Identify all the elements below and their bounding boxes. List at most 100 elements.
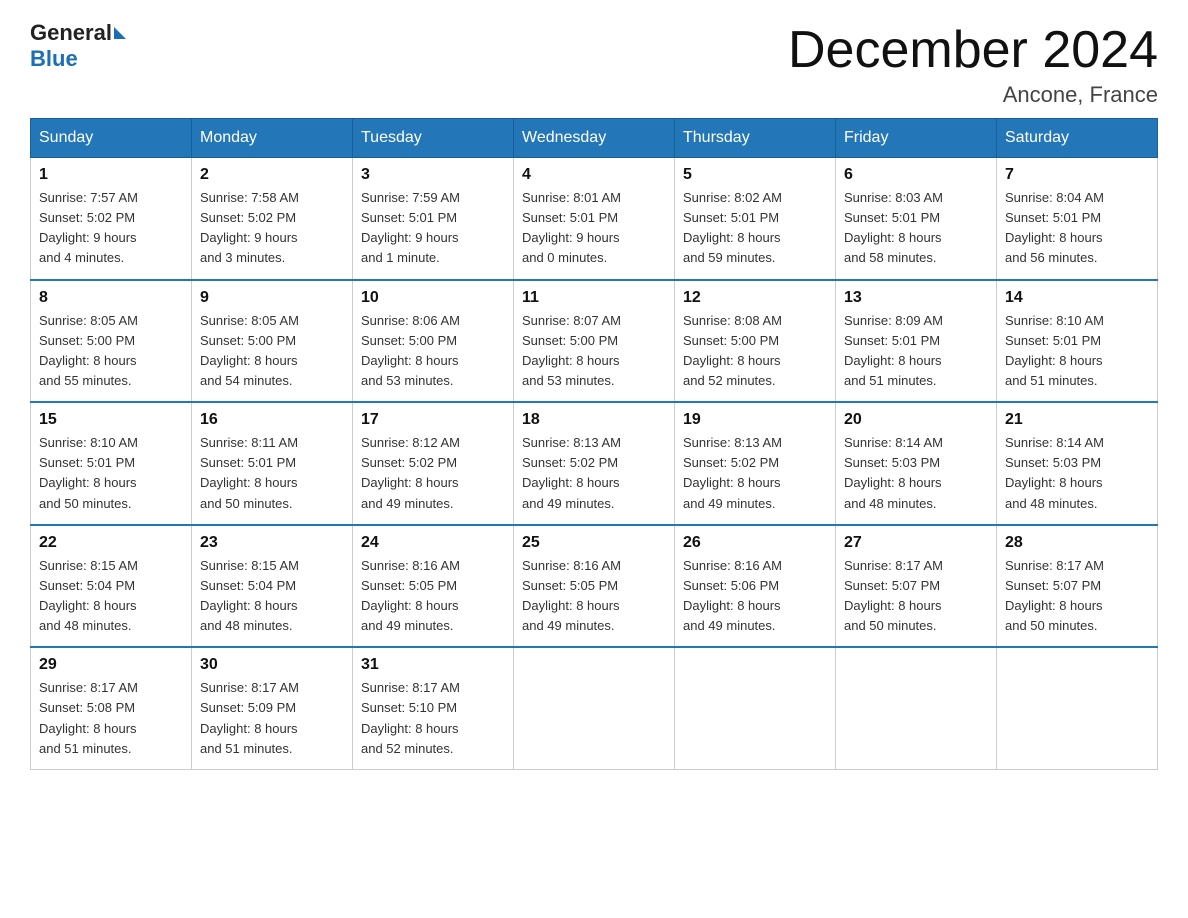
calendar-cell: 18Sunrise: 8:13 AM Sunset: 5:02 PM Dayli… <box>514 402 675 525</box>
calendar-cell: 17 Sunrise: 8:12 AM Sunset: 5:02 PM Dayli… <box>353 402 514 525</box>
header-sunday: Sunday <box>31 119 192 158</box>
day-number: 17 <box>361 411 505 429</box>
day-info: Sunrise: 8:17 AM Sunset: 5:07 PM Dayligh… <box>1005 556 1149 637</box>
calendar-week-row: 8 Sunrise: 8:05 AM Sunset: 5:00 PM Daylig… <box>31 280 1158 403</box>
day-info: Sunrise: 8:14 AM Sunset: 5:03 PM Dayligh… <box>1005 433 1149 514</box>
day-info: Sunrise: 8:17 AM Sunset: 5:08 PM Dayligh… <box>39 678 183 759</box>
calendar-week-row: 1 Sunrise: 7:57 AM Sunset: 5:02 PM Daylig… <box>31 158 1158 280</box>
day-number: 6 <box>844 166 988 184</box>
day-number: 26 <box>683 534 827 552</box>
day-number: 2 <box>200 166 344 184</box>
page-subtitle: Ancone, France <box>788 82 1158 108</box>
day-info: Sunrise: 8:01 AM Sunset: 5:01 PM Dayligh… <box>522 188 666 269</box>
day-number: 19 <box>683 411 827 429</box>
day-info: Sunrise: 8:17 AM Sunset: 5:10 PM Dayligh… <box>361 678 505 759</box>
calendar-cell: 20 Sunrise: 8:14 AM Sunset: 5:03 PM Dayli… <box>836 402 997 525</box>
calendar-cell: 31 Sunrise: 8:17 AM Sunset: 5:10 PM Dayli… <box>353 647 514 769</box>
day-info: Sunrise: 8:05 AM Sunset: 5:00 PM Dayligh… <box>200 311 344 392</box>
day-info: Sunrise: 8:15 AM Sunset: 5:04 PM Dayligh… <box>39 556 183 637</box>
day-number: 28 <box>1005 534 1149 552</box>
logo: General Blue <box>30 20 126 72</box>
calendar-cell: 1 Sunrise: 7:57 AM Sunset: 5:02 PM Daylig… <box>31 158 192 280</box>
calendar-cell: 10Sunrise: 8:06 AM Sunset: 5:00 PM Dayli… <box>353 280 514 403</box>
header-thursday: Thursday <box>675 119 836 158</box>
calendar-cell: 19 Sunrise: 8:13 AM Sunset: 5:02 PM Dayli… <box>675 402 836 525</box>
calendar-week-row: 29 Sunrise: 8:17 AM Sunset: 5:08 PM Dayli… <box>31 647 1158 769</box>
calendar-cell: 4 Sunrise: 8:01 AM Sunset: 5:01 PM Daylig… <box>514 158 675 280</box>
page-title: December 2024 <box>788 20 1158 80</box>
header-monday: Monday <box>192 119 353 158</box>
day-info: Sunrise: 8:14 AM Sunset: 5:03 PM Dayligh… <box>844 433 988 514</box>
page-header: General Blue December 2024 Ancone, Franc… <box>30 20 1158 108</box>
calendar-header-row: SundayMondayTuesdayWednesdayThursdayFrid… <box>31 119 1158 158</box>
calendar-cell: 6 Sunrise: 8:03 AM Sunset: 5:01 PM Daylig… <box>836 158 997 280</box>
day-number: 15 <box>39 411 183 429</box>
calendar-cell: 3 Sunrise: 7:59 AM Sunset: 5:01 PM Daylig… <box>353 158 514 280</box>
calendar-cell: 28 Sunrise: 8:17 AM Sunset: 5:07 PM Dayli… <box>997 525 1158 648</box>
day-info: Sunrise: 7:57 AM Sunset: 5:02 PM Dayligh… <box>39 188 183 269</box>
calendar-cell: 26 Sunrise: 8:16 AM Sunset: 5:06 PM Dayli… <box>675 525 836 648</box>
day-info: Sunrise: 8:13 AM Sunset: 5:02 PM Dayligh… <box>683 433 827 514</box>
day-number: 9 <box>200 289 344 307</box>
calendar-cell <box>836 647 997 769</box>
calendar-cell <box>997 647 1158 769</box>
day-number: 30 <box>200 656 344 674</box>
day-info: Sunrise: 8:16 AM Sunset: 5:06 PM Dayligh… <box>683 556 827 637</box>
day-number: 31 <box>361 656 505 674</box>
calendar-table: SundayMondayTuesdayWednesdayThursdayFrid… <box>30 118 1158 770</box>
day-number: 12 <box>683 289 827 307</box>
day-info: Sunrise: 8:13 AM Sunset: 5:02 PM Dayligh… <box>522 433 666 514</box>
day-number: 16 <box>200 411 344 429</box>
day-number: 3 <box>361 166 505 184</box>
header-saturday: Saturday <box>997 119 1158 158</box>
day-number: 23 <box>200 534 344 552</box>
calendar-cell: 15Sunrise: 8:10 AM Sunset: 5:01 PM Dayli… <box>31 402 192 525</box>
day-number: 10 <box>361 289 505 307</box>
calendar-cell <box>514 647 675 769</box>
day-number: 7 <box>1005 166 1149 184</box>
day-info: Sunrise: 8:12 AM Sunset: 5:02 PM Dayligh… <box>361 433 505 514</box>
day-number: 29 <box>39 656 183 674</box>
day-number: 20 <box>844 411 988 429</box>
calendar-cell: 23 Sunrise: 8:15 AM Sunset: 5:04 PM Dayli… <box>192 525 353 648</box>
calendar-cell: 25 Sunrise: 8:16 AM Sunset: 5:05 PM Dayli… <box>514 525 675 648</box>
calendar-cell: 11Sunrise: 8:07 AM Sunset: 5:00 PM Dayli… <box>514 280 675 403</box>
day-number: 21 <box>1005 411 1149 429</box>
calendar-cell: 8 Sunrise: 8:05 AM Sunset: 5:00 PM Daylig… <box>31 280 192 403</box>
calendar-cell <box>675 647 836 769</box>
calendar-cell: 22Sunrise: 8:15 AM Sunset: 5:04 PM Dayli… <box>31 525 192 648</box>
day-info: Sunrise: 8:03 AM Sunset: 5:01 PM Dayligh… <box>844 188 988 269</box>
day-info: Sunrise: 7:58 AM Sunset: 5:02 PM Dayligh… <box>200 188 344 269</box>
header-friday: Friday <box>836 119 997 158</box>
day-number: 8 <box>39 289 183 307</box>
day-info: Sunrise: 8:16 AM Sunset: 5:05 PM Dayligh… <box>522 556 666 637</box>
logo-triangle-icon <box>114 27 126 39</box>
calendar-cell: 9 Sunrise: 8:05 AM Sunset: 5:00 PM Daylig… <box>192 280 353 403</box>
day-info: Sunrise: 8:02 AM Sunset: 5:01 PM Dayligh… <box>683 188 827 269</box>
day-info: Sunrise: 8:11 AM Sunset: 5:01 PM Dayligh… <box>200 433 344 514</box>
calendar-cell: 16 Sunrise: 8:11 AM Sunset: 5:01 PM Dayli… <box>192 402 353 525</box>
day-info: Sunrise: 8:04 AM Sunset: 5:01 PM Dayligh… <box>1005 188 1149 269</box>
day-info: Sunrise: 8:10 AM Sunset: 5:01 PM Dayligh… <box>1005 311 1149 392</box>
day-info: Sunrise: 8:17 AM Sunset: 5:09 PM Dayligh… <box>200 678 344 759</box>
calendar-cell: 14Sunrise: 8:10 AM Sunset: 5:01 PM Dayli… <box>997 280 1158 403</box>
calendar-cell: 13Sunrise: 8:09 AM Sunset: 5:01 PM Dayli… <box>836 280 997 403</box>
day-number: 1 <box>39 166 183 184</box>
day-number: 25 <box>522 534 666 552</box>
day-number: 5 <box>683 166 827 184</box>
day-info: Sunrise: 8:15 AM Sunset: 5:04 PM Dayligh… <box>200 556 344 637</box>
day-number: 27 <box>844 534 988 552</box>
calendar-week-row: 15Sunrise: 8:10 AM Sunset: 5:01 PM Dayli… <box>31 402 1158 525</box>
day-number: 24 <box>361 534 505 552</box>
day-number: 4 <box>522 166 666 184</box>
calendar-cell: 12Sunrise: 8:08 AM Sunset: 5:00 PM Dayli… <box>675 280 836 403</box>
day-info: Sunrise: 8:17 AM Sunset: 5:07 PM Dayligh… <box>844 556 988 637</box>
day-info: Sunrise: 7:59 AM Sunset: 5:01 PM Dayligh… <box>361 188 505 269</box>
logo-general: General <box>30 20 112 46</box>
calendar-cell: 27 Sunrise: 8:17 AM Sunset: 5:07 PM Dayli… <box>836 525 997 648</box>
day-number: 13 <box>844 289 988 307</box>
calendar-cell: 24 Sunrise: 8:16 AM Sunset: 5:05 PM Dayli… <box>353 525 514 648</box>
day-info: Sunrise: 8:16 AM Sunset: 5:05 PM Dayligh… <box>361 556 505 637</box>
calendar-cell: 30 Sunrise: 8:17 AM Sunset: 5:09 PM Dayli… <box>192 647 353 769</box>
day-info: Sunrise: 8:05 AM Sunset: 5:00 PM Dayligh… <box>39 311 183 392</box>
